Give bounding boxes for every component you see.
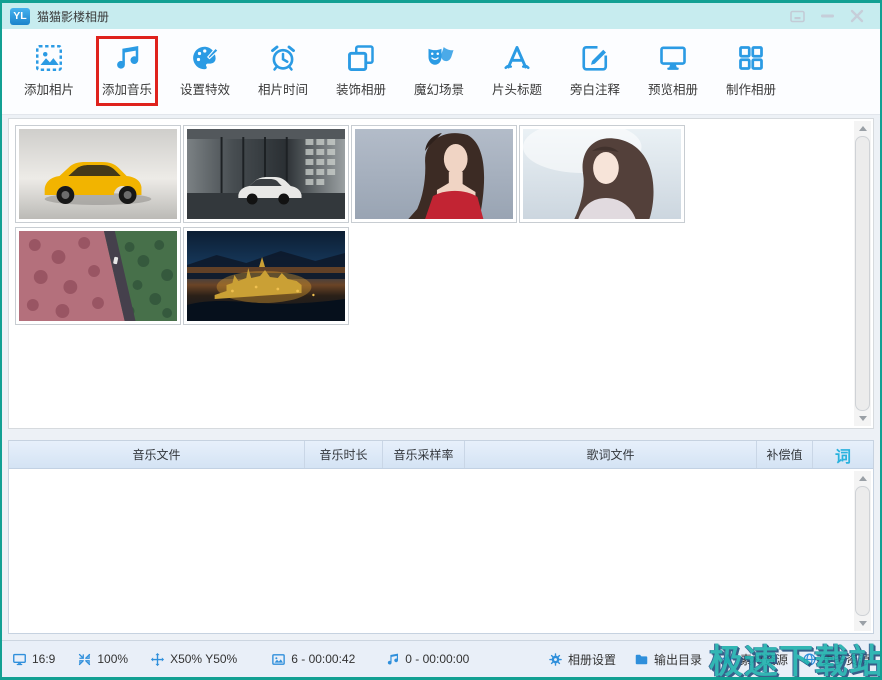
scroll-up-arrow-icon[interactable] bbox=[854, 121, 871, 136]
material-resources-button[interactable]: 素材资源 bbox=[720, 651, 788, 668]
intro-title-button[interactable]: 片头标题 bbox=[478, 36, 556, 106]
toolbar-label: 片头标题 bbox=[492, 79, 542, 98]
app-logo: YL bbox=[10, 8, 30, 25]
photo-thumbnail[interactable] bbox=[519, 125, 685, 223]
title-bar: YL 猫猫影楼相册 bbox=[2, 3, 880, 29]
toolbar-label: 装饰相册 bbox=[336, 79, 386, 98]
decorate-album-button[interactable]: 装饰相册 bbox=[322, 36, 400, 106]
toolbar-label: 魔幻场景 bbox=[414, 79, 464, 98]
photo-thumbnail[interactable] bbox=[351, 125, 517, 223]
scroll-up-arrow-icon[interactable] bbox=[854, 471, 871, 486]
music-note-icon bbox=[112, 43, 142, 73]
toolbar-label: 预览相册 bbox=[648, 79, 698, 98]
toolbar-label: 设置特效 bbox=[180, 79, 230, 98]
monitor-icon bbox=[658, 43, 688, 73]
music-count-icon bbox=[385, 652, 400, 667]
alarm-clock-icon bbox=[268, 43, 298, 73]
photo-count-icon bbox=[271, 652, 286, 667]
set-effects-button[interactable]: 设置特效 bbox=[166, 36, 244, 106]
window-title: 猫猫影楼相册 bbox=[37, 8, 109, 25]
make-album-button[interactable]: 制作相册 bbox=[712, 36, 790, 106]
music-count-indicator: 0 - 00:00:00 bbox=[385, 652, 469, 667]
scrollbar-thumb[interactable] bbox=[855, 486, 870, 616]
toolbar-label: 旁白注释 bbox=[570, 79, 620, 98]
photo-list-panel bbox=[8, 118, 874, 429]
output-directory-button[interactable]: 输出目录 bbox=[634, 651, 702, 668]
photo-thumbnail[interactable] bbox=[183, 125, 349, 223]
title-letter-icon bbox=[502, 43, 532, 73]
photo-time-button[interactable]: 相片时间 bbox=[244, 36, 322, 106]
music-table-header: 音乐文件 音乐时长 音乐采样率 歌词文件 补偿值 词 bbox=[9, 441, 873, 469]
monitor-icon bbox=[12, 652, 27, 667]
shrink-icon bbox=[77, 652, 92, 667]
add-photo-button[interactable]: 添加相片 bbox=[10, 36, 88, 106]
theater-masks-icon bbox=[424, 43, 454, 73]
column-lyrics-file: 歌词文件 bbox=[465, 441, 757, 468]
music-list-panel: 音乐文件 音乐时长 音乐采样率 歌词文件 补偿值 词 bbox=[8, 440, 874, 634]
scrollbar-thumb[interactable] bbox=[855, 136, 870, 411]
album-settings-button[interactable]: 相册设置 bbox=[548, 651, 616, 668]
status-bar: 16:9 100% X50% Y50% 6 - 00:00:42 0 - 00:… bbox=[2, 640, 880, 677]
column-sample-rate: 音乐采样率 bbox=[383, 441, 465, 468]
photo-thumbnail[interactable] bbox=[15, 227, 181, 325]
scroll-down-arrow-icon[interactable] bbox=[854, 616, 871, 631]
scroll-down-arrow-icon[interactable] bbox=[854, 411, 871, 426]
frames-icon bbox=[346, 43, 376, 73]
more-resources-button[interactable]: 更多资源 bbox=[802, 651, 870, 668]
narration-button[interactable]: 旁白注释 bbox=[556, 36, 634, 106]
lyrics-word-icon: 词 bbox=[813, 441, 873, 468]
tray-icon[interactable] bbox=[782, 4, 812, 28]
toolbar-label: 添加音乐 bbox=[102, 79, 152, 98]
toolbar-label: 制作相册 bbox=[726, 79, 776, 98]
add-music-button[interactable]: 添加音乐 bbox=[88, 36, 166, 106]
photo-count-indicator: 6 - 00:00:42 bbox=[271, 652, 355, 667]
toolbar-label: 相片时间 bbox=[258, 79, 308, 98]
toolbar: 添加相片 添加音乐 设置特效 bbox=[2, 29, 880, 115]
move-icon bbox=[150, 652, 165, 667]
close-icon[interactable] bbox=[842, 4, 872, 28]
edit-note-icon bbox=[580, 43, 610, 73]
position-indicator: X50% Y50% bbox=[150, 652, 237, 667]
zoom-indicator: 100% bbox=[77, 652, 128, 667]
music-table-body bbox=[9, 469, 873, 633]
folder-icon bbox=[634, 652, 649, 667]
app-window: YL 猫猫影楼相册 添加相片 bbox=[0, 0, 882, 680]
column-compensation: 补偿值 bbox=[757, 441, 813, 468]
preview-album-button[interactable]: 预览相册 bbox=[634, 36, 712, 106]
minimize-icon[interactable] bbox=[812, 4, 842, 28]
toolbar-label: 添加相片 bbox=[24, 79, 74, 98]
photo-thumbnail[interactable] bbox=[183, 227, 349, 325]
window-controls bbox=[782, 4, 872, 28]
column-music-file: 音乐文件 bbox=[9, 441, 305, 468]
magic-scene-button[interactable]: 魔幻场景 bbox=[400, 36, 478, 106]
palette-icon bbox=[190, 43, 220, 73]
star-icon bbox=[720, 652, 735, 667]
gear-icon bbox=[548, 652, 563, 667]
photo-stamp-icon bbox=[34, 43, 64, 73]
photo-grid bbox=[15, 125, 847, 422]
globe-icon bbox=[802, 652, 817, 667]
grid-icon bbox=[736, 43, 766, 73]
aspect-ratio-indicator: 16:9 bbox=[12, 652, 55, 667]
photo-thumbnail[interactable] bbox=[15, 125, 181, 223]
photo-panel-scrollbar[interactable] bbox=[854, 121, 871, 426]
music-panel-scrollbar[interactable] bbox=[854, 471, 871, 631]
column-music-duration: 音乐时长 bbox=[305, 441, 383, 468]
